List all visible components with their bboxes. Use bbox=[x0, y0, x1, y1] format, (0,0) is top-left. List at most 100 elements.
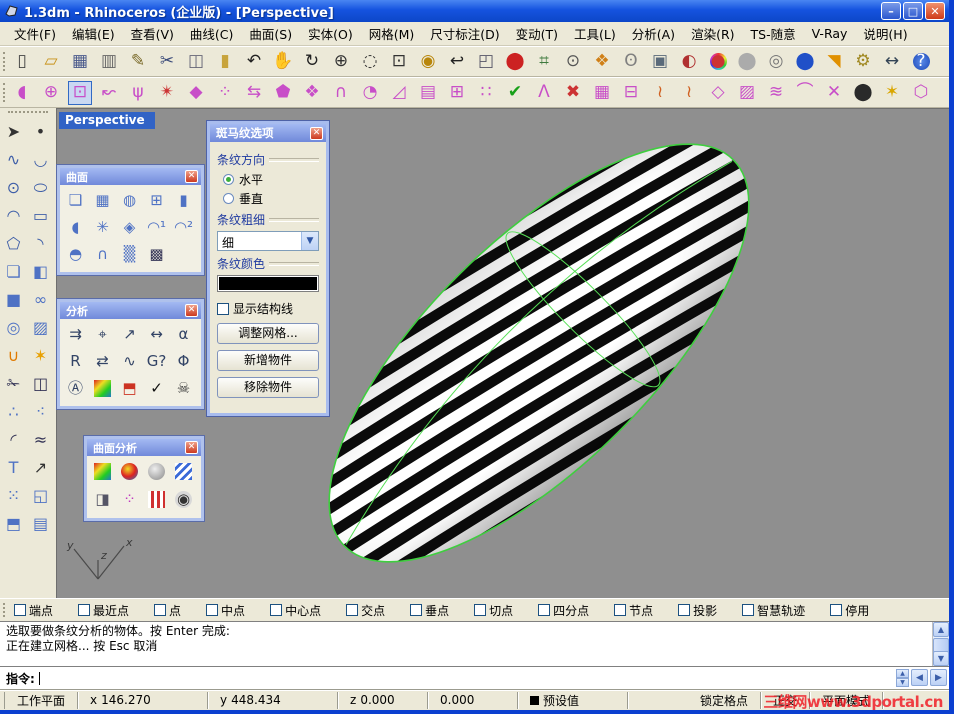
zoom-selected-button[interactable]: ◉ bbox=[416, 50, 440, 74]
explode-button[interactable]: ✶ bbox=[29, 344, 53, 368]
boolean-circles-button[interactable]: ∴ bbox=[2, 400, 26, 424]
evaluate-point-xyz-button[interactable]: ⌖ bbox=[90, 322, 115, 347]
measure-length-button[interactable]: ↗ bbox=[117, 322, 142, 347]
ts-steam-button[interactable]: ≋ bbox=[764, 81, 788, 105]
curvature-map-button[interactable] bbox=[90, 459, 115, 484]
ts-quadball-button[interactable]: ⊕ bbox=[39, 81, 63, 105]
command-line[interactable]: 指令: ▲ ▼ ◀ ▶ bbox=[0, 666, 949, 689]
menu-vray[interactable]: V-Ray bbox=[804, 24, 856, 43]
ts-pipe-heat-a-button[interactable]: ≀ bbox=[648, 81, 672, 105]
ts-mesh-sheet-button[interactable]: ▨ bbox=[735, 81, 759, 105]
render-preview-car-button[interactable]: ⬤ bbox=[503, 50, 527, 74]
cplane-button[interactable]: 工作平面 bbox=[4, 691, 79, 709]
curvature-graph-button[interactable]: ∿ bbox=[117, 349, 142, 374]
cplane-setup-button[interactable]: ⊙ bbox=[561, 50, 585, 74]
dimension-tools-button[interactable]: ↔ bbox=[880, 50, 904, 74]
osnap-quadrant[interactable]: 四分点 bbox=[538, 602, 589, 619]
ts-grid-points-button[interactable]: ⁘ bbox=[213, 81, 237, 105]
bad-objects-skull-button[interactable]: ☠ bbox=[171, 376, 196, 401]
close-button[interactable]: ✕ bbox=[925, 2, 945, 20]
rotate-view-button[interactable]: ↻ bbox=[300, 50, 324, 74]
new-file-button[interactable]: ▯ bbox=[10, 50, 34, 74]
analyze-panel-titlebar[interactable]: 分析 ✕ bbox=[60, 302, 201, 319]
menu-transform[interactable]: 变动(T) bbox=[508, 22, 566, 45]
undo-view-button[interactable]: ↩ bbox=[445, 50, 469, 74]
menu-surface[interactable]: 曲面(S) bbox=[241, 22, 300, 45]
srf-heightfield-button[interactable]: ▩ bbox=[144, 242, 169, 267]
minimize-button[interactable]: – bbox=[881, 2, 901, 20]
measure-radius-button[interactable]: R bbox=[63, 349, 88, 374]
open-file-button[interactable]: ▱ bbox=[39, 50, 63, 74]
osnap-mid[interactable]: 中点 bbox=[206, 602, 245, 619]
array-button[interactable]: ⁙ bbox=[2, 484, 26, 508]
menu-render[interactable]: 渲染(R) bbox=[683, 22, 742, 45]
show-isocurves-option[interactable]: 显示结构线 bbox=[217, 300, 319, 317]
srf-plane-button[interactable]: ⊞ bbox=[144, 188, 169, 213]
help-button[interactable]: ? bbox=[909, 50, 933, 74]
print-button[interactable]: ▥ bbox=[97, 50, 121, 74]
pan-view-button[interactable]: ✋ bbox=[271, 50, 295, 74]
flashlight-button[interactable]: ◥ bbox=[822, 50, 846, 74]
ts-pentagon-ball-button[interactable]: ⬟ bbox=[271, 81, 295, 105]
area-analysis-button[interactable]: Ⓐ bbox=[63, 376, 88, 401]
srf-corner-points-button[interactable]: ❏ bbox=[63, 188, 88, 213]
zebra-dialog-titlebar[interactable]: 斑马纹选项 ✕ bbox=[210, 124, 326, 142]
osnap-center-checkbox[interactable] bbox=[270, 604, 283, 616]
draft-angle-button[interactable]: ◨ bbox=[90, 487, 115, 512]
solid-union-button[interactable]: ⬒ bbox=[2, 512, 26, 536]
thermal-sphere-button[interactable] bbox=[117, 459, 142, 484]
srf-point-grid-button[interactable]: ▦ bbox=[90, 188, 115, 213]
menu-ts-suiyi[interactable]: TS-随意 bbox=[743, 22, 804, 45]
stripe-thickness-select[interactable]: 细 ▼ bbox=[217, 231, 319, 251]
osnap-tangent-checkbox[interactable] bbox=[474, 604, 487, 616]
ts-check-mesh-button[interactable]: ✔ bbox=[503, 81, 527, 105]
ts-edit-curve-button[interactable]: ↜ bbox=[97, 81, 121, 105]
prev-command-icon[interactable]: ◀ bbox=[911, 669, 928, 686]
check-objects-button[interactable]: ✓ bbox=[144, 376, 169, 401]
environment-sphere-button[interactable] bbox=[144, 459, 169, 484]
direction-horizontal-option[interactable]: 水平 bbox=[223, 171, 319, 188]
combo-dropdown-icon[interactable]: ▼ bbox=[301, 232, 318, 250]
scroll-down-icon[interactable]: ▼ bbox=[933, 651, 949, 666]
text-object-button[interactable]: T bbox=[2, 456, 26, 480]
lock-objects-button[interactable]: ▣ bbox=[648, 50, 672, 74]
menu-mesh[interactable]: 网格(M) bbox=[361, 22, 423, 45]
curvature-analysis-button[interactable] bbox=[90, 376, 115, 401]
camera-snapshot-button[interactable]: ◉ bbox=[171, 487, 196, 512]
bend-surface-button[interactable]: ◧ bbox=[29, 260, 53, 284]
copy-button[interactable]: ◫ bbox=[184, 50, 208, 74]
osnap-end-checkbox[interactable] bbox=[14, 604, 26, 616]
osnap-center[interactable]: 中心点 bbox=[270, 602, 321, 619]
menu-dimension[interactable]: 尺寸标注(D) bbox=[422, 22, 507, 45]
spheres-button[interactable]: ∞ bbox=[29, 288, 53, 312]
interpolate-curve-button[interactable]: ◡ bbox=[29, 148, 53, 172]
show-isocurves-checkbox[interactable] bbox=[217, 302, 229, 315]
wire-sphere-button[interactable]: ◎ bbox=[764, 50, 788, 74]
ellipse-button[interactable]: ⬭ bbox=[29, 176, 53, 200]
ts-crease-edge-button[interactable]: Λ bbox=[532, 81, 556, 105]
osnap-near-checkbox[interactable] bbox=[78, 604, 91, 616]
zoom-window-button[interactable]: ⊡ bbox=[387, 50, 411, 74]
menu-view[interactable]: 查看(V) bbox=[123, 22, 182, 45]
continuity-g-button[interactable]: G? bbox=[144, 349, 169, 374]
osnap-point[interactable]: 点 bbox=[154, 602, 181, 619]
osnap-smarttrack-checkbox[interactable] bbox=[742, 604, 755, 616]
rectangle-button[interactable]: ▭ bbox=[29, 204, 53, 228]
command-scrollbar[interactable]: ▲ ▼ bbox=[932, 622, 949, 666]
remove-objects-button[interactable]: 移除物件 bbox=[217, 377, 319, 398]
osnap-project-checkbox[interactable] bbox=[678, 604, 691, 616]
command-spinner[interactable]: ▲ ▼ bbox=[896, 669, 909, 687]
menu-file[interactable]: 文件(F) bbox=[6, 22, 64, 45]
osnap-disable[interactable]: 停用 bbox=[830, 602, 869, 619]
options-gears-button[interactable]: ⚙ bbox=[851, 50, 875, 74]
srf-drape-button[interactable]: ∩ bbox=[90, 242, 115, 267]
osnap-disable-checkbox[interactable] bbox=[830, 604, 843, 616]
osnap-perpendicular-checkbox[interactable] bbox=[410, 604, 423, 616]
export-notes-button[interactable]: ✎ bbox=[126, 50, 150, 74]
osnap-quadrant-checkbox[interactable] bbox=[538, 604, 551, 616]
ts-flip-sheet-button[interactable]: ◇ bbox=[706, 81, 730, 105]
srf-revolve-button[interactable]: ◍ bbox=[117, 188, 142, 213]
osnap-smarttrack[interactable]: 智慧轨迹 bbox=[742, 602, 805, 619]
ts-t-star-button[interactable]: ✶ bbox=[880, 81, 904, 105]
ts-convert-button[interactable]: ⇆ bbox=[242, 81, 266, 105]
